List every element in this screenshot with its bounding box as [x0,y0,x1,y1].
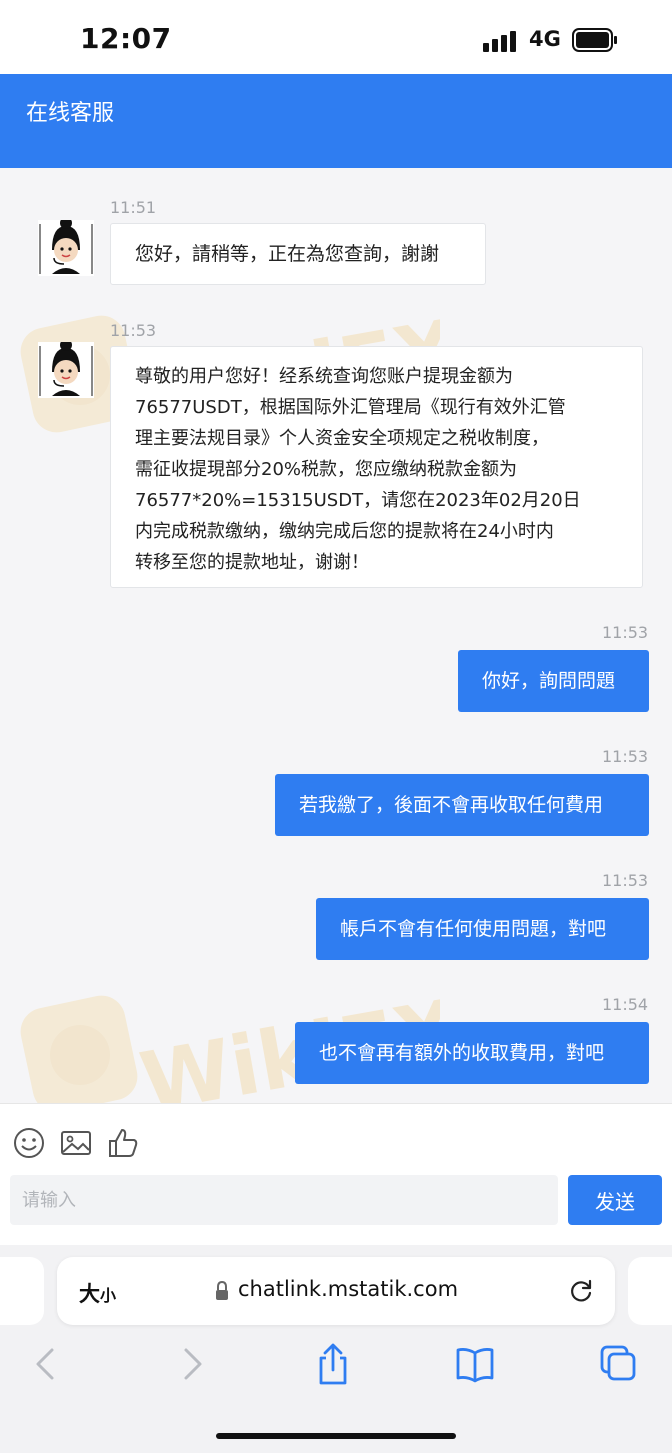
message-timestamp: 11:54 [602,995,649,1014]
message-timestamp: 11:53 [110,321,157,340]
back-icon[interactable] [26,1343,66,1385]
share-icon[interactable] [313,1343,353,1385]
incoming-message-bubble: 尊敬的用户您好！经系统查询您账户提現金额为 76577USDT，根据国际外汇管理… [110,346,643,588]
next-tab-preview[interactable] [628,1257,672,1325]
outgoing-message-bubble: 你好，詢問問題 [458,650,649,712]
network-type: 4G [529,27,561,51]
bookmarks-icon[interactable] [455,1343,495,1385]
text-size-button[interactable]: 大小 [79,1278,116,1308]
message-timestamp: 11:53 [602,623,649,642]
home-indicator[interactable] [216,1433,456,1439]
signal-strength-icon [483,30,519,52]
image-icon[interactable] [59,1126,93,1160]
chat-header: 在线客服 [0,74,672,168]
thumbs-up-icon[interactable] [106,1126,140,1160]
message-list[interactable]: WikiFX WikiFX 11:51 您好，請稍等，正在為您查詢，謝謝 11:… [0,168,672,1103]
reload-icon[interactable] [568,1278,594,1304]
status-bar: 12:07 4G [0,0,672,74]
incoming-message-bubble: 您好，請稍等，正在為您查詢，謝謝 [110,223,486,285]
address-bar[interactable]: 大小 chatlink.mstatik.com [57,1257,615,1325]
emoji-icon[interactable] [12,1126,46,1160]
forward-icon[interactable] [172,1343,212,1385]
message-input[interactable] [10,1175,558,1225]
url-text: chatlink.mstatik.com [238,1277,459,1301]
send-button[interactable]: 发送 [568,1175,662,1225]
battery-icon [572,28,617,52]
outgoing-message-bubble: 若我繳了，後面不會再收取任何費用 [275,774,649,836]
tabs-icon[interactable] [598,1343,638,1385]
lock-icon [216,1281,228,1300]
message-timestamp: 11:53 [602,747,649,766]
outgoing-message-bubble: 帳戶不會有任何使用問題，對吧 [316,898,649,960]
previous-tab-preview[interactable] [0,1257,44,1325]
page-title: 在线客服 [26,101,115,126]
agent-avatar-icon [38,342,94,398]
message-timestamp: 11:53 [602,871,649,890]
outgoing-message-bubble: 也不會再有額外的收取費用，對吧 [295,1022,649,1084]
agent-avatar-icon [38,220,94,276]
status-time: 12:07 [80,22,172,55]
message-timestamp: 11:51 [110,198,157,217]
